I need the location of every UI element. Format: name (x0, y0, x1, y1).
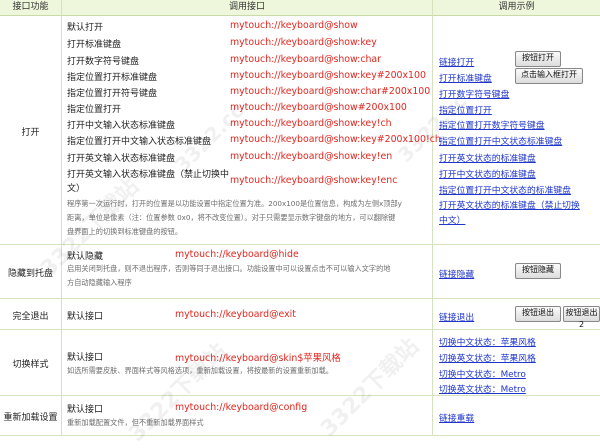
api-code: mytouch://keyboard@show:key!en (230, 151, 393, 162)
api-code: mytouch://keyboard@show:key#200x100!ch (230, 134, 441, 145)
open-button[interactable]: 按钮打开 (515, 51, 561, 67)
header-feature: 接口功能 (0, 0, 61, 16)
link-open-position[interactable]: 指定位置打开 (439, 103, 492, 116)
hide-button[interactable]: 按钮隐藏 (515, 263, 561, 279)
row-divider (0, 329, 600, 330)
link-open-english-locked[interactable]: 打开英文状态的标准键盘（禁止切换 (439, 198, 580, 211)
link-reload[interactable]: 链接重载 (439, 411, 474, 424)
api-code: mytouch://keyboard@show:key!enc (230, 175, 398, 186)
api-code: mytouch://keyboard@skin$苹果风格 (175, 353, 341, 364)
link-skin-english-apple[interactable]: 切换英文状态：苹果风格 (439, 351, 536, 364)
feature-open: 打开 (21, 128, 40, 138)
api-label: 指定位置打开 (67, 105, 122, 115)
api-code: mytouch://keyboard@show:char (230, 54, 382, 65)
column-divider (432, 0, 433, 436)
api-code: mytouch://keyboard@show (230, 20, 358, 31)
api-code: mytouch://keyboard@config (175, 402, 308, 413)
api-reference-table: 接口功能 调用接口 调用示例 打开 默认打开 mytouch://keyboar… (0, 0, 600, 436)
link-open-position-numeric[interactable]: 指定位置打开数字符号键盘 (439, 118, 545, 131)
api-code: mytouch://keyboard@show:key!ch (230, 118, 392, 129)
open-note-line: 距离，单位是像素（注：位置参数 0x0，将不改变位置）。对于只需要显示数字键盘的… (67, 213, 396, 222)
reload-note: 重新加载配置文件，但不重新加载界面样式 (67, 418, 204, 427)
api-code: mytouch://keyboard@show:key#200x100 (230, 70, 426, 81)
api-label: 默认接口 (67, 312, 104, 322)
api-label: 指定位置打开中文输入状态标准键盘 (67, 137, 212, 147)
api-label: 打开标准键盘 (67, 40, 122, 50)
link-open-position-chinese-standard[interactable]: 指定位置打开中文状态的标准键盘 (439, 183, 571, 196)
api-label: 默认隐藏 (67, 252, 104, 262)
link-open[interactable]: 链接打开 (439, 55, 474, 68)
feature-skin: 切换样式 (12, 360, 49, 370)
click-input-open-button[interactable]: 点击输入框打开 (515, 68, 583, 84)
api-code: mytouch://keyboard@show:char#200x100 (230, 86, 431, 97)
link-open-chinese[interactable]: 打开中文状态的标准键盘 (439, 167, 536, 180)
link-exit[interactable]: 链接退出 (439, 310, 474, 323)
feature-exit: 完全退出 (12, 312, 49, 322)
exit-button[interactable]: 按钮退出 (515, 306, 561, 322)
skin-note: 如选所需要皮肤、界面样式等风格选项，重新加载设置，将按最新的设置重新加载。 (67, 366, 333, 375)
exit-button-2[interactable]: 按钮退出2 (563, 306, 600, 329)
api-code: mytouch://keyboard@hide (175, 249, 299, 260)
hide-note-line: 启用关闭到托盘，则不退出程序，否则等同于退出接口。功能设置中可以设置点击不可以输… (67, 264, 391, 273)
api-label: 打开英文输入状态标准键盘（禁止切换中 (67, 170, 230, 180)
api-label: 打开中文输入状态标准键盘 (67, 121, 176, 131)
feature-reload: 重新加载设置 (3, 413, 58, 423)
row-divider (0, 244, 600, 245)
api-label: 指定位置打开标准键盘 (67, 73, 158, 83)
open-note-line: 盘界面上的切换到标准键盘的按钮。 (67, 227, 183, 236)
hide-note-line: 方自动隐藏输入程序 (67, 278, 132, 287)
header-example: 调用示例 (433, 0, 600, 16)
link-open-english-locked-cont[interactable]: 中文） (439, 213, 465, 226)
link-hide[interactable]: 链接隐藏 (439, 267, 474, 280)
link-open-standard[interactable]: 打开标准键盘 (439, 71, 492, 84)
api-label: 默认接口 (67, 405, 104, 415)
feature-hide: 隐藏到托盘 (7, 269, 53, 279)
api-label: 默认打开 (67, 23, 104, 33)
link-open-english[interactable]: 打开英文状态的标准键盘 (439, 151, 536, 164)
link-open-position-chinese[interactable]: 指定位置打开中文状态标准键盘 (439, 134, 562, 147)
api-label: 指定位置打开符号键盘 (67, 89, 158, 99)
header-api: 调用接口 (62, 0, 432, 16)
api-label: 文） (67, 184, 86, 194)
api-label: 默认接口 (67, 353, 104, 363)
api-label: 打开英文输入状态标准键盘 (67, 154, 176, 164)
link-skin-chinese-metro[interactable]: 切换中文状态：Metro (439, 367, 526, 380)
row-divider (0, 395, 600, 396)
link-skin-chinese-apple[interactable]: 切换中文状态：苹果风格 (439, 335, 536, 348)
api-label: 打开数字符号键盘 (67, 57, 140, 67)
link-skin-english-metro[interactable]: 切换英文状态：Metro (439, 382, 526, 395)
open-note-line: 程序第一次运行时，打开的位置是以功能设置中指定位置为准。200x100是位置信息… (67, 199, 402, 208)
api-code: mytouch://keyboard@show:key (230, 37, 377, 48)
api-code: mytouch://keyboard@exit (175, 309, 296, 320)
link-open-numeric[interactable]: 打开数字符号键盘 (439, 87, 509, 100)
column-divider (61, 0, 62, 436)
row-divider (0, 298, 600, 299)
api-code: mytouch://keyboard@show#200x100 (230, 102, 407, 113)
